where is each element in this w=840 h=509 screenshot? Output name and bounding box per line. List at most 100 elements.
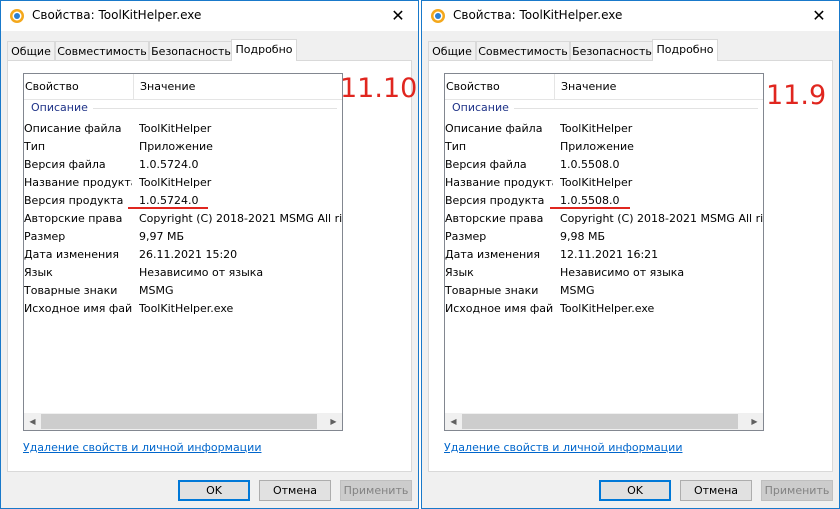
list-row[interactable]: Описание файла ToolKitHelper [24,120,342,138]
group-label: Описание [31,101,93,115]
tab-compatibility[interactable]: Совместимость [55,41,149,60]
ok-button[interactable]: OK [599,480,671,501]
property-name: Размер [445,230,487,243]
property-value: 9,97 МБ [139,230,185,243]
tab-general[interactable]: Общие [428,41,476,60]
property-name: Название продукта [24,176,132,189]
property-value: ToolKitHelper.exe [560,302,655,315]
tab-bar: Общие Совместимость Безопасность Подробн… [428,39,833,61]
list-row[interactable]: Дата изменения 26.11.2021 15:20 [24,246,342,264]
property-name: Авторские права [24,212,123,225]
property-value: Независимо от языка [139,266,264,279]
details-panel: Свойство Значение Описание Описание файл… [7,60,412,472]
tab-details[interactable]: Подробно [652,39,718,61]
group-header: Описание [452,101,758,115]
property-value: MSMG [139,284,174,297]
annotation-underline-right [550,207,630,209]
list-row[interactable]: Авторские права Copyright (C) 2018-2021 M… [24,210,342,228]
apply-button[interactable]: Применить [340,480,412,501]
cancel-button[interactable]: Отмена [680,480,752,501]
details-panel: Свойство Значение Описание Описание файл… [428,60,833,472]
window-title: Свойства: ToolKitHelper.exe [32,8,202,22]
property-name: Дата изменения [24,248,119,261]
property-name: Тип [445,140,467,153]
property-name: Товарные знаки [24,284,118,297]
property-value: 12.11.2021 16:21 [560,248,659,261]
property-name: Тип [24,140,46,153]
column-header-value[interactable]: Значение [133,74,330,99]
list-row[interactable]: Язык Независимо от языка [24,264,342,282]
scroll-right-arrow-icon[interactable]: ▶ [325,413,342,430]
group-label: Описание [452,101,514,115]
property-value: ToolKitHelper [139,122,212,135]
property-value: MSMG [560,284,595,297]
list-row[interactable]: Описание файла ToolKitHelper [445,120,763,138]
property-name: Описание файла [24,122,122,135]
title-bar[interactable]: Свойства: ToolKitHelper.exe ✕ [422,1,839,31]
list-row[interactable]: Язык Независимо от языка [445,264,763,282]
ok-button[interactable]: OK [178,480,250,501]
property-name: Дата изменения [445,248,540,261]
property-name: Язык [445,266,474,279]
property-name: Язык [24,266,53,279]
tab-compatibility[interactable]: Совместимость [476,41,570,60]
exe-file-icon [10,9,24,23]
list-row[interactable]: Авторские права Copyright (C) 2018-2021 M… [445,210,763,228]
remove-properties-link[interactable]: Удаление свойств и личной информации [444,441,682,454]
property-value: Независимо от языка [560,266,685,279]
property-name: Версия файла [445,158,527,171]
title-bar[interactable]: Свойства: ToolKitHelper.exe ✕ [1,1,418,31]
list-row[interactable]: Дата изменения 12.11.2021 16:21 [445,246,763,264]
annotation-version-right: 11.9 [766,80,827,111]
tab-bar: Общие Совместимость Безопасность Подробн… [7,39,412,61]
list-row[interactable]: Тип Приложение [445,138,763,156]
annotation-version-left: 11.10 [340,73,418,104]
list-row[interactable]: Товарные знаки MSMG [445,282,763,300]
tab-general[interactable]: Общие [7,41,55,60]
list-row[interactable]: Исходное имя файла ToolKitHelper.exe [24,300,342,318]
property-value: ToolKitHelper [560,122,633,135]
apply-button[interactable]: Применить [761,480,833,501]
list-row[interactable]: Название продукта ToolKitHelper [24,174,342,192]
window-title: Свойства: ToolKitHelper.exe [453,8,623,22]
tab-security[interactable]: Безопасность [149,41,233,60]
scroll-thumb[interactable] [462,414,738,429]
list-header: Свойство Значение [445,74,763,100]
property-name: Размер [24,230,66,243]
list-row[interactable]: Исходное имя файла ToolKitHelper.exe [445,300,763,318]
property-list[interactable]: Свойство Значение Описание Описание файл… [444,73,764,431]
list-row[interactable]: Версия файла 1.0.5724.0 [24,156,342,174]
close-button[interactable]: ✕ [378,1,418,31]
tab-details[interactable]: Подробно [231,39,297,61]
property-name: Версия продукта [445,194,545,207]
property-value: 1.0.5724.0 [139,158,199,171]
list-row[interactable]: Тип Приложение [24,138,342,156]
list-row[interactable]: Название продукта ToolKitHelper [445,174,763,192]
column-header-property[interactable]: Свойство [24,74,133,99]
remove-properties-link[interactable]: Удаление свойств и личной информации [23,441,261,454]
close-button[interactable]: ✕ [799,1,839,31]
scroll-left-arrow-icon[interactable]: ◀ [24,413,41,430]
tab-security[interactable]: Безопасность [570,41,654,60]
scroll-thumb[interactable] [41,414,317,429]
horizontal-scrollbar[interactable]: ◀ ▶ [445,413,763,430]
scroll-left-arrow-icon[interactable]: ◀ [445,413,462,430]
horizontal-scrollbar[interactable]: ◀ ▶ [24,413,342,430]
property-value: Copyright (C) 2018-2021 MSMG All rights … [139,212,342,225]
property-name: Описание файла [445,122,543,135]
property-value: ToolKitHelper [560,176,633,189]
column-header-value[interactable]: Значение [554,74,751,99]
list-row[interactable]: Размер 9,97 МБ [24,228,342,246]
property-value: 1.0.5508.0 [560,158,620,171]
property-value: ToolKitHelper [139,176,212,189]
scroll-right-arrow-icon[interactable]: ▶ [746,413,763,430]
column-header-property[interactable]: Свойство [445,74,554,99]
property-value: Приложение [139,140,213,153]
list-row[interactable]: Размер 9,98 МБ [445,228,763,246]
list-row[interactable]: Версия файла 1.0.5508.0 [445,156,763,174]
list-row[interactable]: Товарные знаки MSMG [24,282,342,300]
property-value: Copyright (C) 2018-2021 MSMG All righ... [560,212,763,225]
cancel-button[interactable]: Отмена [259,480,331,501]
property-name: Название продукта [445,176,553,189]
property-list[interactable]: Свойство Значение Описание Описание файл… [23,73,343,431]
